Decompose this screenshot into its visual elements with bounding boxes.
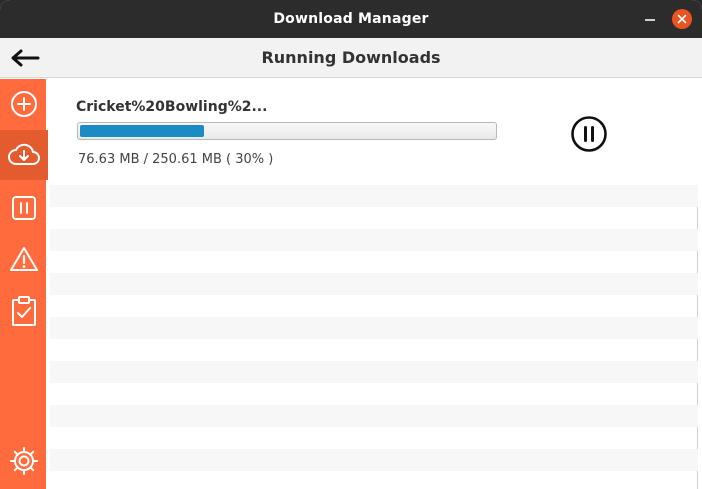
minimize-button[interactable] (640, 9, 660, 29)
empty-row (50, 273, 698, 295)
empty-row (50, 405, 698, 427)
gear-icon (10, 447, 38, 475)
page-header: Running Downloads (0, 38, 702, 78)
download-cloud-icon (8, 143, 40, 165)
download-size-text: 76.63 MB / 250.61 MB ( 30% ) (78, 152, 274, 167)
empty-row (50, 449, 698, 471)
app-window: Download Manager Running Downloads Crick… (0, 0, 702, 489)
pause-circle-icon (571, 116, 607, 152)
minimize-icon (645, 19, 655, 21)
download-item[interactable]: Cricket%20Bowling%2... 76.63 MB / 250.61… (50, 79, 698, 185)
downloads-list: Cricket%20Bowling%2... 76.63 MB / 250.61… (50, 79, 698, 489)
download-filename: Cricket%20Bowling%2... (76, 99, 268, 115)
window-title: Download Manager (273, 11, 429, 27)
empty-row (50, 361, 698, 383)
sidebar-item-new-download[interactable] (0, 79, 48, 129)
close-button[interactable] (672, 9, 692, 29)
page-title: Running Downloads (261, 48, 441, 67)
sidebar (0, 79, 48, 489)
sidebar-item-settings[interactable] (0, 436, 48, 486)
empty-row (50, 185, 698, 207)
paused-icon (12, 196, 36, 220)
clipboard-check-icon (12, 296, 36, 326)
sidebar-item-running[interactable] (0, 130, 48, 180)
empty-row (50, 317, 698, 339)
sidebar-item-paused[interactable] (0, 183, 48, 233)
add-icon (11, 91, 37, 117)
close-icon (677, 14, 687, 24)
sidebar-item-completed[interactable] (0, 286, 48, 336)
warning-icon (10, 247, 38, 271)
empty-row (50, 229, 698, 251)
download-progress-bar (77, 122, 497, 140)
sidebar-item-failed[interactable] (0, 234, 48, 284)
download-progress-fill (80, 125, 205, 137)
pause-download-button[interactable] (570, 115, 608, 153)
title-bar: Download Manager (0, 0, 702, 38)
